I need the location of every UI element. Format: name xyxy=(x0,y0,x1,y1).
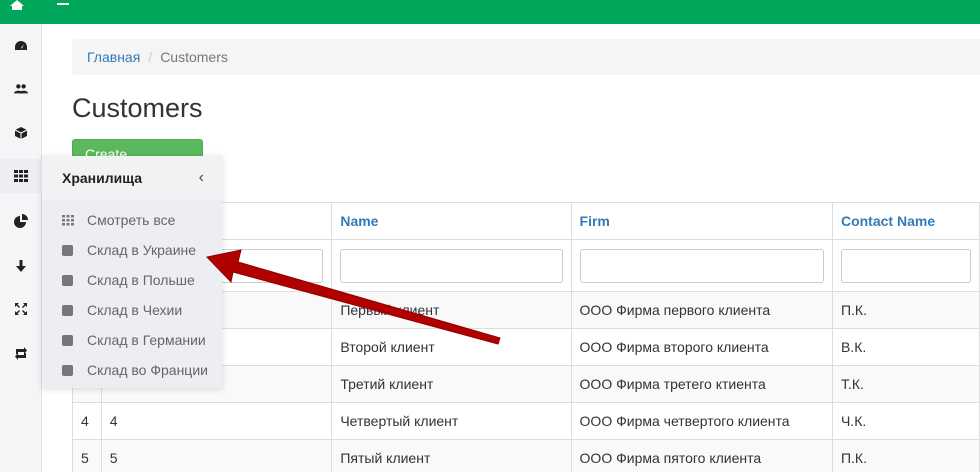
flyout-item-ukraine[interactable]: Склад в Украине xyxy=(42,235,222,265)
column-header-firm[interactable]: Firm xyxy=(570,202,833,240)
sidebar-item-users[interactable] xyxy=(0,72,42,106)
row-firm: ООО Фирма второго клиента xyxy=(570,328,833,366)
flyout-body: Смотреть все Склад в Украине Склад в Пол… xyxy=(42,200,222,388)
dashboard-icon xyxy=(15,41,27,50)
sidebar-item-import[interactable] xyxy=(0,249,42,283)
row-id: 4 xyxy=(100,402,333,440)
flyout-item-label: Склад в Чехии xyxy=(87,302,183,318)
row-name: Четвертый клиент xyxy=(331,402,572,440)
chevron-left-icon[interactable]: ‹ xyxy=(199,169,204,187)
name-filter-input[interactable] xyxy=(340,248,563,283)
storages-flyout-menu: Хранилища ‹ Смотреть все Склад в Украине… xyxy=(42,156,222,388)
column-header-contact[interactable]: Contact Name xyxy=(831,202,980,240)
flyout-item-label: Склад в Польше xyxy=(87,272,195,288)
row-firm: ООО Фирма четвертого клиента xyxy=(570,402,833,440)
flyout-title: Хранилища xyxy=(62,170,143,186)
row-id: 5 xyxy=(100,439,333,472)
row-number: 5 xyxy=(72,439,102,472)
flyout-item-label: Склад в Украине xyxy=(87,242,197,258)
flyout-item-france[interactable]: Склад во Франции xyxy=(42,355,222,385)
row-name: Первый клиент xyxy=(331,291,572,329)
row-contact: Ч.К. xyxy=(831,402,980,440)
arrow-down-icon xyxy=(16,260,26,272)
row-number: 4 xyxy=(72,402,102,440)
sidebar xyxy=(0,24,42,472)
sidebar-item-expand[interactable] xyxy=(0,292,42,326)
row-contact: П.К. xyxy=(831,439,980,472)
row-name: Третий клиент xyxy=(331,365,572,403)
breadcrumb-separator: / xyxy=(148,49,153,65)
top-navbar xyxy=(0,0,980,24)
square-icon xyxy=(62,364,73,376)
flyout-item-czech[interactable]: Склад в Чехии xyxy=(42,295,222,325)
sidebar-item-sync[interactable] xyxy=(0,336,42,370)
breadcrumb-home-link[interactable]: Главная xyxy=(87,49,140,65)
filter-cell xyxy=(570,239,833,292)
contact-filter-input[interactable] xyxy=(840,248,971,283)
table-row[interactable]: 4 4 Четвертый клиент ООО Фирма четвертог… xyxy=(72,402,980,440)
firm-filter-input[interactable] xyxy=(579,248,824,283)
row-contact: Т.К. xyxy=(831,365,980,403)
row-firm: ООО Фирма третего ктиента xyxy=(570,365,833,403)
grid-icon xyxy=(14,170,28,182)
filter-cell xyxy=(831,239,980,292)
expand-icon xyxy=(15,303,27,315)
hamburger-icon[interactable] xyxy=(57,0,69,10)
retweet-icon xyxy=(15,347,27,360)
filter-cell xyxy=(331,239,572,292)
row-contact: В.К. xyxy=(831,328,980,366)
row-firm: ООО Фирма первого клиента xyxy=(570,291,833,329)
square-icon xyxy=(62,304,73,316)
sidebar-item-dashboard[interactable] xyxy=(0,29,42,63)
sidebar-item-reports[interactable] xyxy=(0,204,42,238)
pie-chart-icon xyxy=(14,214,28,228)
users-icon xyxy=(14,84,28,94)
flyout-item-label: Склад в Германии xyxy=(87,332,206,348)
column-header-name[interactable]: Name xyxy=(331,202,572,240)
square-icon xyxy=(62,334,73,346)
sidebar-item-products[interactable] xyxy=(0,116,42,150)
flyout-header: Хранилища ‹ xyxy=(42,156,222,200)
table-row[interactable]: 5 5 Пятый клиент ООО Фирма пятого клиент… xyxy=(72,439,980,472)
cube-icon xyxy=(14,127,28,139)
sidebar-item-storages[interactable] xyxy=(0,159,42,193)
flyout-item-label: Склад во Франции xyxy=(87,362,208,378)
flyout-item-label: Смотреть все xyxy=(87,212,176,228)
row-firm: ООО Фирма пятого клиента xyxy=(570,439,833,472)
row-name: Пятый клиент xyxy=(331,439,572,472)
flyout-item-poland[interactable]: Склад в Польше xyxy=(42,265,222,295)
flyout-item-germany[interactable]: Склад в Германии xyxy=(42,325,222,355)
grid-icon xyxy=(62,215,74,226)
row-contact: П.К. xyxy=(831,291,980,329)
square-icon xyxy=(62,244,73,256)
row-name: Второй клиент xyxy=(331,328,572,366)
flyout-item-view-all[interactable]: Смотреть все xyxy=(42,205,222,235)
breadcrumb-current: Customers xyxy=(160,49,228,65)
breadcrumb: Главная / Customers xyxy=(72,39,980,75)
page-title: Customers xyxy=(72,93,203,123)
square-icon xyxy=(62,274,73,286)
home-icon[interactable] xyxy=(10,0,24,10)
